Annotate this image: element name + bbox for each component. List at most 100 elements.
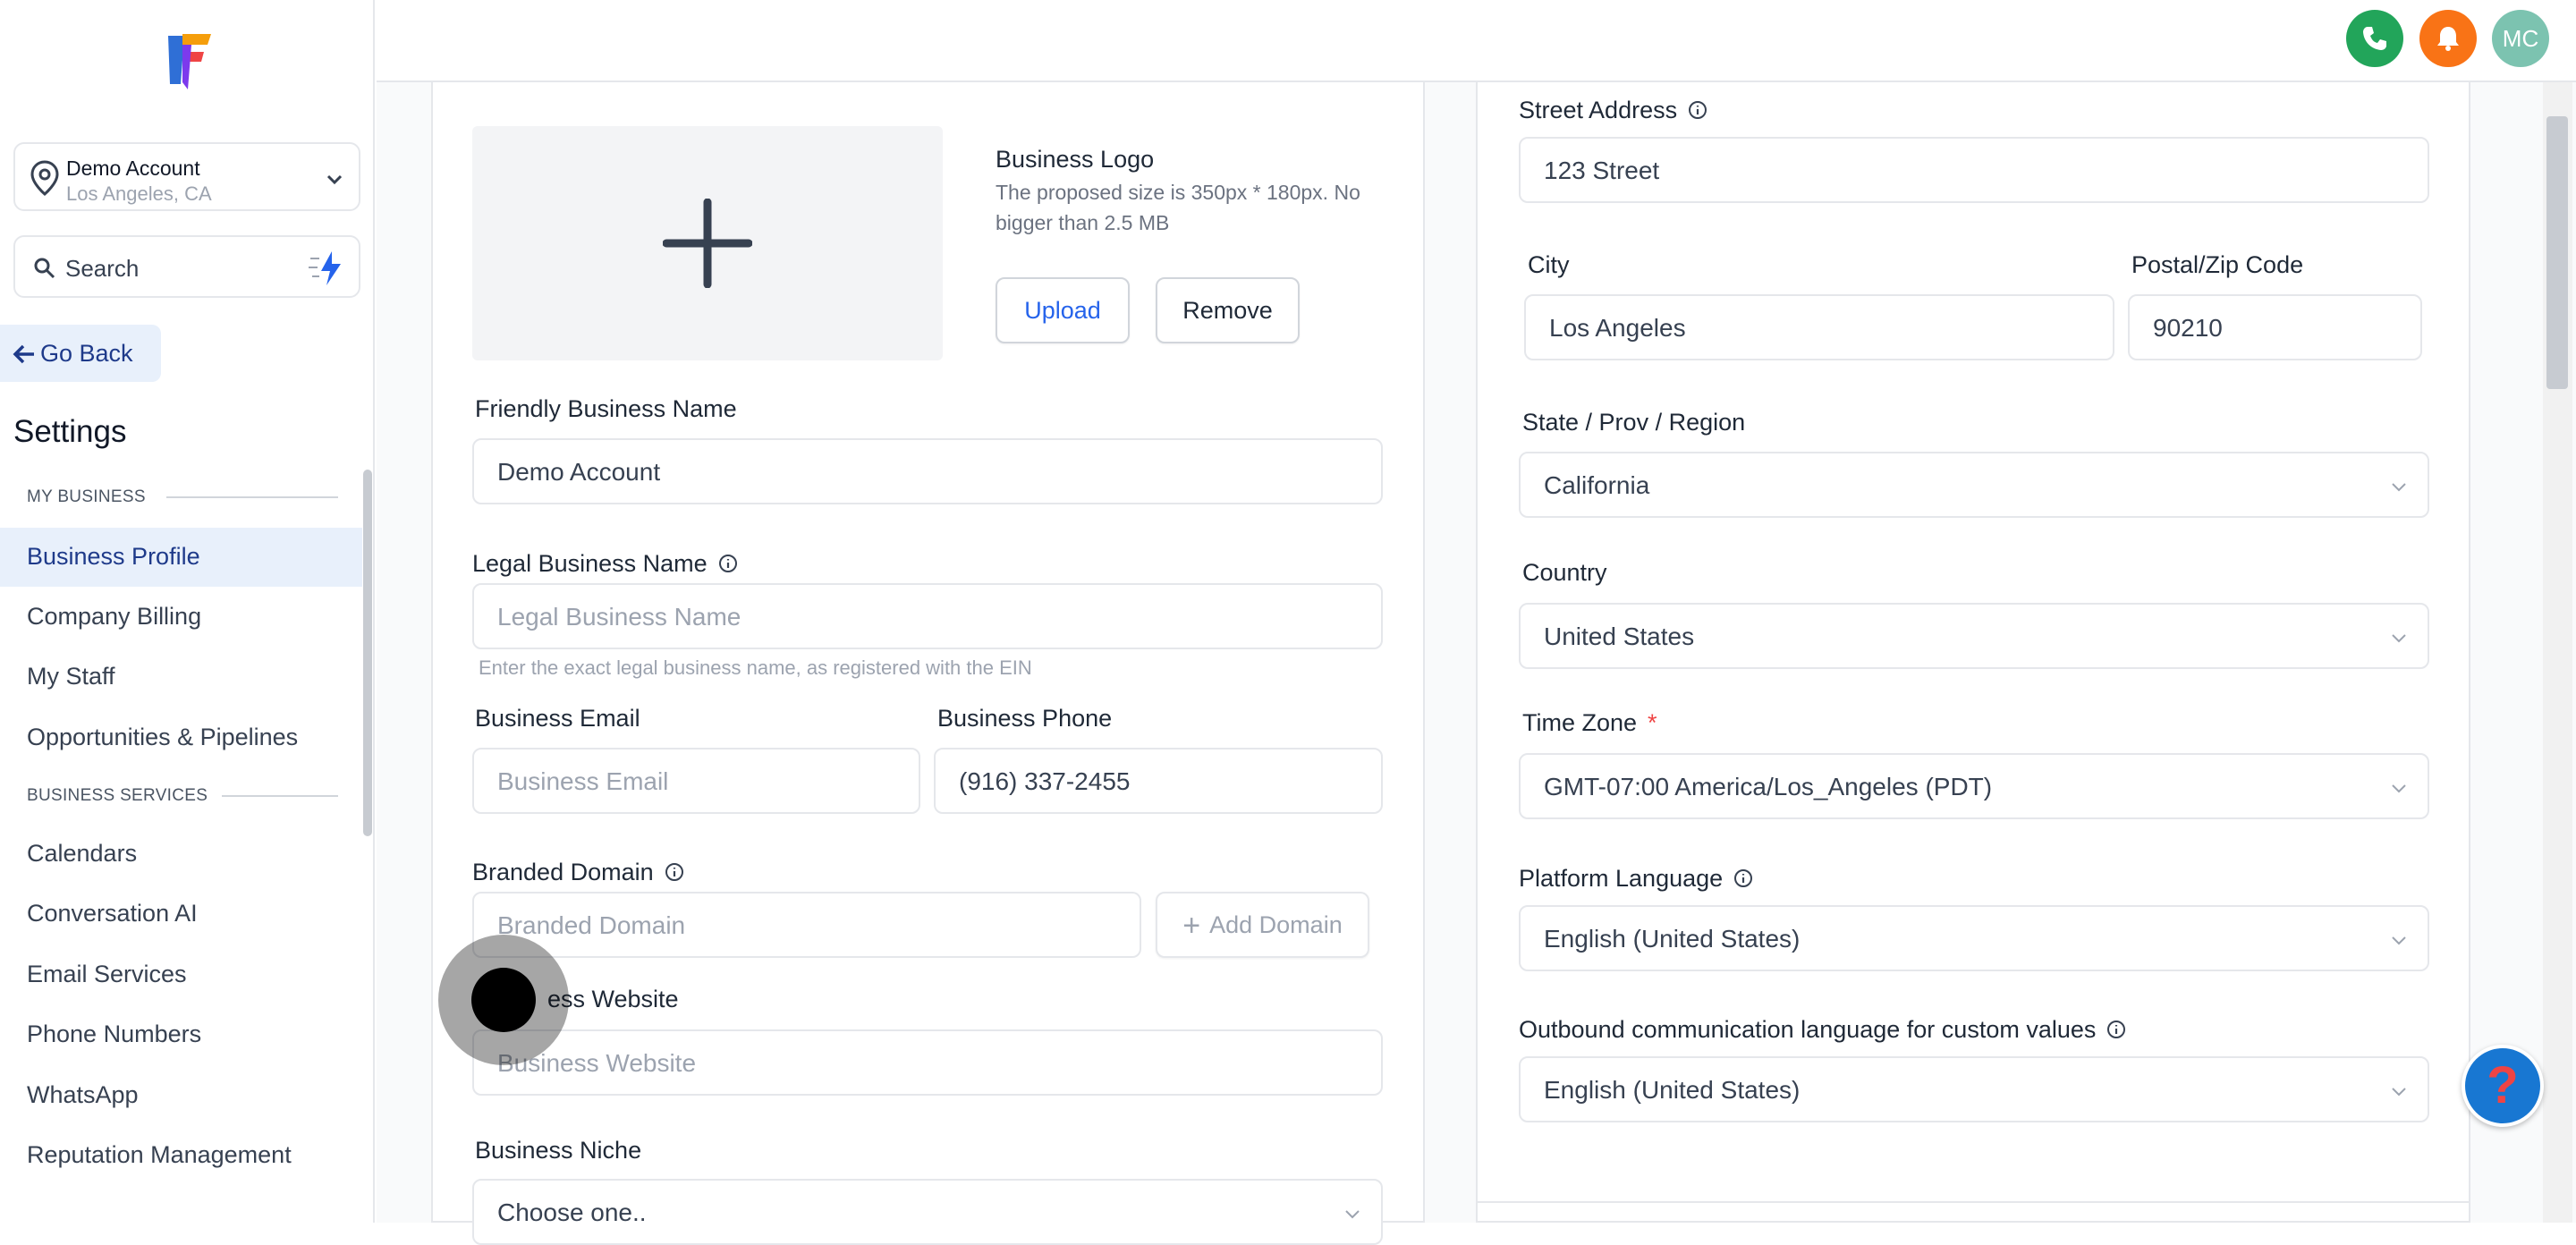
- account-location: Los Angeles, CA: [66, 182, 212, 205]
- sidebar-item-label: Conversation AI: [27, 900, 198, 927]
- search-icon: [34, 258, 55, 279]
- notifications-button[interactable]: [2419, 10, 2477, 67]
- legal-name-label-text: Legal Business Name: [472, 550, 708, 577]
- business-niche-select[interactable]: Choose one..: [472, 1179, 1383, 1245]
- branded-domain-input[interactable]: Branded Domain: [472, 892, 1141, 958]
- sidebar-item-label: Company Billing: [27, 603, 202, 630]
- business-website-input[interactable]: Business Website: [472, 1029, 1383, 1096]
- app-logo-icon[interactable]: [161, 30, 213, 89]
- upload-button[interactable]: Upload: [996, 277, 1130, 343]
- state-select[interactable]: California: [1519, 452, 2429, 518]
- business-phone-label: Business Phone: [937, 705, 1113, 732]
- help-button[interactable]: ?: [2462, 1045, 2544, 1127]
- required-marker: *: [1648, 709, 1657, 736]
- platform-language-select[interactable]: English (United States): [1519, 905, 2429, 971]
- info-icon[interactable]: [1688, 100, 1707, 120]
- lightning-icon[interactable]: [307, 250, 346, 287]
- outbound-language-select[interactable]: English (United States): [1519, 1056, 2429, 1122]
- friendly-name-label: Friendly Business Name: [475, 395, 737, 422]
- chevron-down-icon: [2392, 936, 2406, 945]
- sidebar-item-label: Business Profile: [27, 543, 200, 570]
- branded-domain-label: Branded Domain: [472, 859, 684, 886]
- card-divider: [1478, 1201, 2469, 1203]
- location-pin-icon: [30, 160, 59, 196]
- platform-language-label-text: Platform Language: [1519, 865, 1724, 892]
- help-icon: ?: [2487, 1056, 2519, 1114]
- country-label: Country: [1522, 559, 1607, 586]
- chevron-down-icon: [2392, 483, 2406, 492]
- plus-icon: [663, 199, 752, 288]
- remove-button[interactable]: Remove: [1156, 277, 1300, 343]
- country-value: United States: [1544, 622, 1695, 650]
- sidebar-item-label: Reputation Management: [27, 1141, 292, 1168]
- info-icon[interactable]: [2106, 1020, 2126, 1039]
- business-email-label: Business Email: [475, 705, 640, 732]
- business-niche-value: Choose one..: [497, 1198, 647, 1226]
- arrow-left-icon: [13, 344, 34, 364]
- business-email-input[interactable]: Business Email: [472, 748, 920, 814]
- section-header-business-services: BUSINESS SERVICES: [27, 786, 208, 805]
- section-header-my-business: MY BUSINESS: [27, 487, 146, 506]
- chevron-down-icon: [1345, 1210, 1360, 1219]
- city-input[interactable]: Los Angeles: [1524, 294, 2114, 360]
- top-bar: [377, 0, 2576, 82]
- info-icon[interactable]: [718, 554, 738, 573]
- logo-description: The proposed size is 350px * 180px. No b…: [996, 181, 1360, 234]
- main-scrollbar[interactable]: [2546, 116, 2568, 389]
- logo-title: Business Logo: [996, 146, 1155, 173]
- avatar[interactable]: MC: [2492, 10, 2549, 67]
- zip-label: Postal/Zip Code: [2131, 251, 2304, 278]
- phone-button[interactable]: [2346, 10, 2403, 67]
- timezone-label: Time Zone *: [1522, 709, 1657, 737]
- platform-language-value: English (United States): [1544, 925, 1801, 953]
- street-address-input[interactable]: 123 Street: [1519, 137, 2429, 203]
- sidebar-item-conversation-ai[interactable]: Conversation AI: [0, 885, 362, 944]
- sidebar-search[interactable]: Search: [13, 235, 360, 298]
- legal-name-label: Legal Business Name: [472, 550, 738, 578]
- timezone-value: GMT-07:00 America/Los_Angeles (PDT): [1544, 773, 1993, 800]
- legal-name-hint: Enter the exact legal business name, as …: [479, 656, 1032, 679]
- chevron-down-icon: [2392, 634, 2406, 643]
- sidebar-item-calendars[interactable]: Calendars: [0, 825, 362, 884]
- plus-icon: +: [1182, 909, 1201, 943]
- account-name: Demo Account: [66, 157, 200, 180]
- business-phone-input[interactable]: (916) 337-2455: [934, 748, 1383, 814]
- friendly-name-input[interactable]: Demo Account: [472, 438, 1383, 504]
- phone-icon: [2363, 27, 2386, 50]
- sidebar-item-my-staff[interactable]: My Staff: [0, 648, 362, 707]
- search-placeholder: Search: [65, 255, 140, 282]
- street-address-label-text: Street Address: [1519, 97, 1678, 123]
- section-divider: [222, 795, 338, 797]
- go-back-button[interactable]: Go Back: [0, 325, 161, 382]
- outbound-language-label: Outbound communication language for cust…: [1519, 1016, 2126, 1044]
- sidebar-item-phone-numbers[interactable]: Phone Numbers: [0, 1005, 362, 1064]
- sidebar-scrollbar[interactable]: [363, 470, 372, 836]
- timezone-select[interactable]: GMT-07:00 America/Los_Angeles (PDT): [1519, 753, 2429, 819]
- state-value: California: [1544, 471, 1650, 499]
- city-label: City: [1528, 251, 1570, 278]
- info-icon[interactable]: [665, 862, 684, 882]
- state-label: State / Prov / Region: [1522, 409, 1746, 436]
- chevron-down-icon: [326, 174, 343, 185]
- settings-title: Settings: [13, 414, 127, 449]
- sidebar-item-company-billing[interactable]: Company Billing: [0, 588, 362, 647]
- sidebar-item-business-profile[interactable]: Business Profile: [0, 528, 362, 587]
- outbound-language-label-text: Outbound communication language for cust…: [1519, 1016, 2097, 1043]
- sidebar-item-reputation-management[interactable]: Reputation Management: [0, 1126, 362, 1185]
- sidebar-item-label: Opportunities & Pipelines: [27, 724, 299, 750]
- sidebar-item-whatsapp[interactable]: WhatsApp: [0, 1066, 362, 1125]
- info-icon[interactable]: [1733, 868, 1753, 888]
- legal-name-input[interactable]: Legal Business Name: [472, 583, 1383, 649]
- sidebar-item-opportunities[interactable]: Opportunities & Pipelines: [0, 708, 362, 767]
- add-domain-label: Add Domain: [1209, 911, 1343, 938]
- sidebar-item-email-services[interactable]: Email Services: [0, 945, 362, 1004]
- logo-upload-dropzone[interactable]: [472, 126, 943, 360]
- outbound-language-value: English (United States): [1544, 1076, 1801, 1104]
- sidebar-item-label: WhatsApp: [27, 1081, 139, 1108]
- zip-input[interactable]: 90210: [2128, 294, 2422, 360]
- cursor-dot: [471, 968, 536, 1032]
- sidebar-item-label: Phone Numbers: [27, 1021, 202, 1047]
- add-domain-button[interactable]: + Add Domain: [1156, 892, 1369, 958]
- account-switcher[interactable]: Demo Account Los Angeles, CA: [13, 142, 360, 211]
- country-select[interactable]: United States: [1519, 603, 2429, 669]
